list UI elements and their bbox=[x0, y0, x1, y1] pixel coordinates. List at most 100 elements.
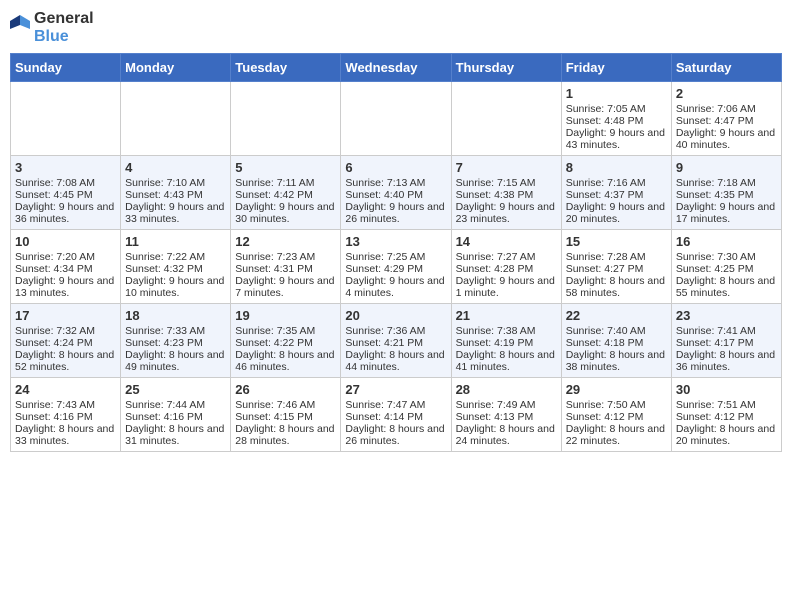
week-row-4: 17 Sunrise: 7:32 AM Sunset: 4:24 PM Dayli… bbox=[11, 304, 782, 378]
day-header-monday: Monday bbox=[121, 54, 231, 82]
day-cell-29: 29Sunrise: 7:50 AM Sunset: 4:12 PM Dayli… bbox=[561, 378, 671, 452]
day-number: 8 bbox=[566, 160, 667, 175]
day-cell-18: 18 Sunrise: 7:33 AM Sunset: 4:23 PM Dayli… bbox=[121, 304, 231, 378]
day-header-row: SundayMondayTuesdayWednesdayThursdayFrid… bbox=[11, 54, 782, 82]
day-info: Sunrise: 7:06 AM Sunset: 4:47 PM Dayligh… bbox=[676, 103, 775, 151]
day-number: 24 bbox=[15, 382, 116, 397]
empty-cell bbox=[341, 82, 451, 156]
day-number: 2 bbox=[676, 86, 777, 101]
day-number: 25 bbox=[125, 382, 226, 397]
day-cell-22: 22 Sunrise: 7:40 AM Sunset: 4:18 PM Dayli… bbox=[561, 304, 671, 378]
day-number: 16 bbox=[676, 234, 777, 249]
logo-general: General bbox=[34, 10, 94, 28]
day-number: 10 bbox=[15, 234, 116, 249]
day-info: Sunrise: 7:22 AM Sunset: 4:32 PM Dayligh… bbox=[125, 251, 224, 299]
day-number: 20 bbox=[345, 308, 446, 323]
empty-cell bbox=[231, 82, 341, 156]
week-row-3: 10 Sunrise: 7:20 AM Sunset: 4:34 PM Dayli… bbox=[11, 230, 782, 304]
header: General Blue bbox=[10, 10, 782, 45]
day-cell-21: 21Sunrise: 7:38 AM Sunset: 4:19 PM Dayli… bbox=[451, 304, 561, 378]
day-number: 30 bbox=[676, 382, 777, 397]
day-info: Sunrise: 7:28 AM Sunset: 4:27 PM Dayligh… bbox=[566, 251, 665, 299]
day-info: Sunrise: 7:32 AM Sunset: 4:24 PM Dayligh… bbox=[15, 325, 114, 373]
day-header-tuesday: Tuesday bbox=[231, 54, 341, 82]
week-row-5: 24 Sunrise: 7:43 AM Sunset: 4:16 PM Dayli… bbox=[11, 378, 782, 452]
day-cell-4: 4 Sunrise: 7:10 AM Sunset: 4:43 PM Daylig… bbox=[121, 156, 231, 230]
day-number: 4 bbox=[125, 160, 226, 175]
day-number: 19 bbox=[235, 308, 336, 323]
calendar-table: SundayMondayTuesdayWednesdayThursdayFrid… bbox=[10, 53, 782, 452]
day-number: 27 bbox=[345, 382, 446, 397]
day-info: Sunrise: 7:43 AM Sunset: 4:16 PM Dayligh… bbox=[15, 399, 114, 447]
day-cell-30: 30 Sunrise: 7:51 AM Sunset: 4:12 PM Dayli… bbox=[671, 378, 781, 452]
day-number: 26 bbox=[235, 382, 336, 397]
day-cell-28: 28Sunrise: 7:49 AM Sunset: 4:13 PM Dayli… bbox=[451, 378, 561, 452]
day-info: Sunrise: 7:51 AM Sunset: 4:12 PM Dayligh… bbox=[676, 399, 775, 447]
day-info: Sunrise: 7:15 AM Sunset: 4:38 PM Dayligh… bbox=[456, 177, 555, 225]
day-info: Sunrise: 7:30 AM Sunset: 4:25 PM Dayligh… bbox=[676, 251, 775, 299]
day-number: 22 bbox=[566, 308, 667, 323]
day-info: Sunrise: 7:33 AM Sunset: 4:23 PM Dayligh… bbox=[125, 325, 224, 373]
day-info: Sunrise: 7:16 AM Sunset: 4:37 PM Dayligh… bbox=[566, 177, 665, 225]
day-cell-16: 16 Sunrise: 7:30 AM Sunset: 4:25 PM Dayli… bbox=[671, 230, 781, 304]
day-info: Sunrise: 7:20 AM Sunset: 4:34 PM Dayligh… bbox=[15, 251, 114, 299]
day-cell-9: 9Sunrise: 7:18 AM Sunset: 4:35 PM Daylig… bbox=[671, 156, 781, 230]
day-info: Sunrise: 7:47 AM Sunset: 4:14 PM Dayligh… bbox=[345, 399, 444, 447]
day-cell-8: 8 Sunrise: 7:16 AM Sunset: 4:37 PM Daylig… bbox=[561, 156, 671, 230]
day-cell-14: 14 Sunrise: 7:27 AM Sunset: 4:28 PM Dayli… bbox=[451, 230, 561, 304]
day-info: Sunrise: 7:13 AM Sunset: 4:40 PM Dayligh… bbox=[345, 177, 444, 225]
day-number: 9 bbox=[676, 160, 777, 175]
empty-cell bbox=[11, 82, 121, 156]
day-cell-12: 12Sunrise: 7:23 AM Sunset: 4:31 PM Dayli… bbox=[231, 230, 341, 304]
logo: General Blue bbox=[10, 10, 94, 45]
day-number: 1 bbox=[566, 86, 667, 101]
day-number: 18 bbox=[125, 308, 226, 323]
day-cell-26: 26 Sunrise: 7:46 AM Sunset: 4:15 PM Dayli… bbox=[231, 378, 341, 452]
day-header-friday: Friday bbox=[561, 54, 671, 82]
logo-bird-icon bbox=[10, 13, 30, 37]
day-cell-3: 3Sunrise: 7:08 AM Sunset: 4:45 PM Daylig… bbox=[11, 156, 121, 230]
day-info: Sunrise: 7:11 AM Sunset: 4:42 PM Dayligh… bbox=[235, 177, 334, 225]
day-cell-15: 15 Sunrise: 7:28 AM Sunset: 4:27 PM Dayli… bbox=[561, 230, 671, 304]
day-info: Sunrise: 7:41 AM Sunset: 4:17 PM Dayligh… bbox=[676, 325, 775, 373]
day-number: 15 bbox=[566, 234, 667, 249]
day-number: 21 bbox=[456, 308, 557, 323]
day-number: 7 bbox=[456, 160, 557, 175]
empty-cell bbox=[451, 82, 561, 156]
day-info: Sunrise: 7:35 AM Sunset: 4:22 PM Dayligh… bbox=[235, 325, 334, 373]
day-cell-5: 5Sunrise: 7:11 AM Sunset: 4:42 PM Daylig… bbox=[231, 156, 341, 230]
day-info: Sunrise: 7:05 AM Sunset: 4:48 PM Dayligh… bbox=[566, 103, 665, 151]
logo-blue: Blue bbox=[34, 28, 94, 46]
day-number: 17 bbox=[15, 308, 116, 323]
day-number: 3 bbox=[15, 160, 116, 175]
day-cell-23: 23 Sunrise: 7:41 AM Sunset: 4:17 PM Dayli… bbox=[671, 304, 781, 378]
day-header-sunday: Sunday bbox=[11, 54, 121, 82]
day-info: Sunrise: 7:25 AM Sunset: 4:29 PM Dayligh… bbox=[345, 251, 444, 299]
day-info: Sunrise: 7:40 AM Sunset: 4:18 PM Dayligh… bbox=[566, 325, 665, 373]
day-info: Sunrise: 7:10 AM Sunset: 4:43 PM Dayligh… bbox=[125, 177, 224, 225]
day-info: Sunrise: 7:27 AM Sunset: 4:28 PM Dayligh… bbox=[456, 251, 555, 299]
day-number: 11 bbox=[125, 234, 226, 249]
day-header-saturday: Saturday bbox=[671, 54, 781, 82]
day-number: 13 bbox=[345, 234, 446, 249]
week-row-2: 3Sunrise: 7:08 AM Sunset: 4:45 PM Daylig… bbox=[11, 156, 782, 230]
day-number: 14 bbox=[456, 234, 557, 249]
day-header-wednesday: Wednesday bbox=[341, 54, 451, 82]
day-header-thursday: Thursday bbox=[451, 54, 561, 82]
day-cell-7: 7 Sunrise: 7:15 AM Sunset: 4:38 PM Daylig… bbox=[451, 156, 561, 230]
day-number: 23 bbox=[676, 308, 777, 323]
day-cell-20: 20 Sunrise: 7:36 AM Sunset: 4:21 PM Dayli… bbox=[341, 304, 451, 378]
day-cell-19: 19 Sunrise: 7:35 AM Sunset: 4:22 PM Dayli… bbox=[231, 304, 341, 378]
day-cell-24: 24 Sunrise: 7:43 AM Sunset: 4:16 PM Dayli… bbox=[11, 378, 121, 452]
week-row-1: 1 Sunrise: 7:05 AM Sunset: 4:48 PM Daylig… bbox=[11, 82, 782, 156]
day-cell-1: 1 Sunrise: 7:05 AM Sunset: 4:48 PM Daylig… bbox=[561, 82, 671, 156]
day-cell-2: 2 Sunrise: 7:06 AM Sunset: 4:47 PM Daylig… bbox=[671, 82, 781, 156]
day-info: Sunrise: 7:44 AM Sunset: 4:16 PM Dayligh… bbox=[125, 399, 224, 447]
day-info: Sunrise: 7:36 AM Sunset: 4:21 PM Dayligh… bbox=[345, 325, 444, 373]
empty-cell bbox=[121, 82, 231, 156]
day-cell-11: 11 Sunrise: 7:22 AM Sunset: 4:32 PM Dayli… bbox=[121, 230, 231, 304]
day-cell-10: 10 Sunrise: 7:20 AM Sunset: 4:34 PM Dayli… bbox=[11, 230, 121, 304]
day-info: Sunrise: 7:46 AM Sunset: 4:15 PM Dayligh… bbox=[235, 399, 334, 447]
day-info: Sunrise: 7:49 AM Sunset: 4:13 PM Dayligh… bbox=[456, 399, 555, 447]
day-cell-6: 6Sunrise: 7:13 AM Sunset: 4:40 PM Daylig… bbox=[341, 156, 451, 230]
